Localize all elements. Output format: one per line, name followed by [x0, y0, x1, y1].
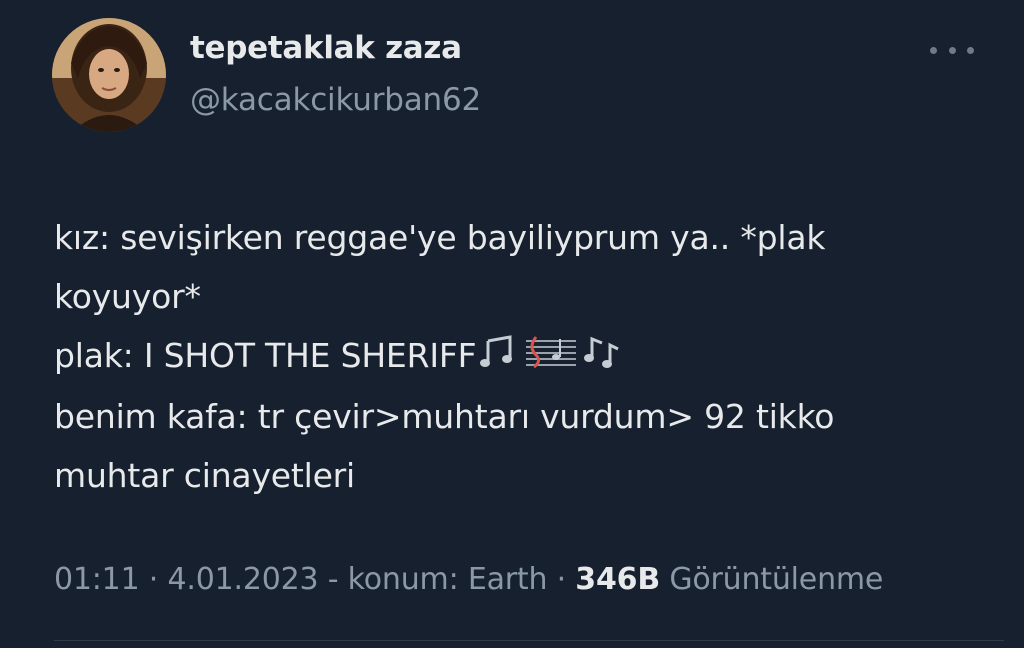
- tweet-text: kız: sevişirken reggae'ye bayiliyprum ya…: [54, 208, 984, 505]
- avatar[interactable]: [52, 18, 166, 132]
- tweet-time[interactable]: 01:11: [54, 562, 140, 597]
- tweet-text-line-with-emoji: plak: I SHOT THE SHERIFF: [54, 326, 984, 387]
- tweet-text-line: benim kafa: tr çevir>muhtarı vurdum> 92 …: [54, 397, 835, 436]
- divider: [54, 640, 1004, 641]
- tweet-text-line: plak: I SHOT THE SHERIFF: [54, 336, 477, 375]
- tweet-text-line: koyuyor*: [54, 277, 201, 316]
- separator: ·: [547, 562, 576, 597]
- tweet-date[interactable]: 4.01.2023: [167, 562, 318, 597]
- musical-notes-icon: [480, 328, 520, 387]
- display-name[interactable]: tepetaklak zaza: [190, 30, 462, 66]
- separator: ·: [139, 562, 168, 597]
- more-options-button[interactable]: [930, 38, 974, 62]
- views-count[interactable]: 346B: [575, 562, 660, 597]
- tweet-meta: 01:11 · 4.01.2023 - konum: Earth · 346B …: [54, 562, 883, 597]
- views-label: Görüntülenme: [660, 562, 884, 597]
- more-horizontal-icon: [948, 46, 956, 54]
- user-handle[interactable]: @kacakcikurban62: [190, 82, 481, 118]
- tweet-text-line: kız: sevişirken reggae'ye bayiliyprum ya…: [54, 218, 826, 257]
- more-horizontal-icon: [930, 46, 937, 54]
- musical-score-icon: [524, 328, 578, 387]
- more-horizontal-icon: [967, 46, 974, 54]
- tweet-location: - konum: Earth: [318, 562, 548, 597]
- tweet-text-line: muhtar cinayetleri: [54, 456, 356, 495]
- avatar-photo: [52, 18, 166, 132]
- musical-notes-icon: [582, 328, 622, 387]
- tweet-card: tepetaklak zaza @kacakcikurban62 kız: se…: [0, 0, 1024, 648]
